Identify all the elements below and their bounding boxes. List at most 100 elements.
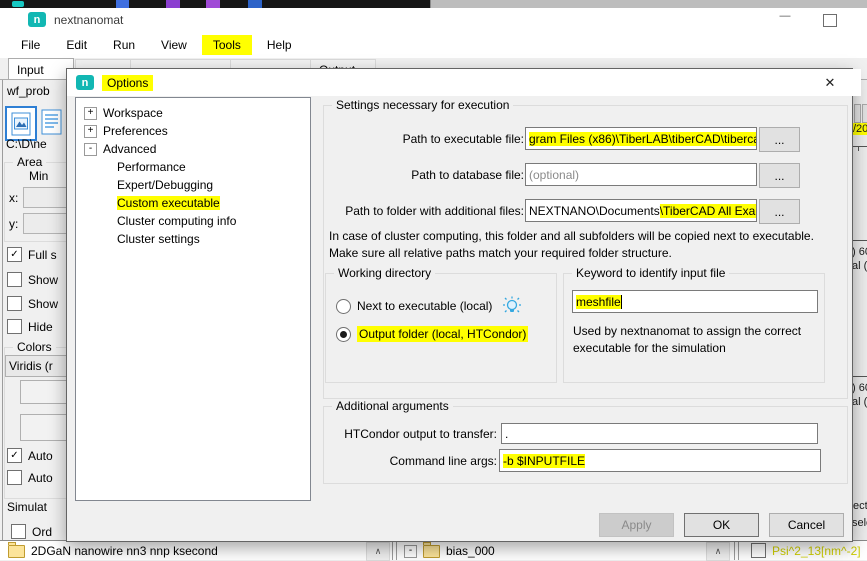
colormap-dropdown[interactable]: Viridis (r [5, 355, 74, 377]
tree-label-cluster-computing-info: Cluster computing info [117, 214, 236, 228]
bottom-bar: 2DGaN nanowire nn3 nnp ksecond ∧ - bias_… [0, 540, 867, 560]
ok-button[interactable]: OK [684, 513, 759, 537]
cmdline-input[interactable]: -b $INPUTFILE [499, 449, 821, 472]
apply-button[interactable]: Apply [599, 513, 674, 537]
maximize-button[interactable] [823, 14, 837, 27]
workspace-expander-icon[interactable]: + [84, 107, 97, 120]
cluster-note-line2: Make sure all relative paths match your … [329, 246, 672, 260]
taskbar-blob-teal [12, 1, 24, 7]
menu-file[interactable]: File [10, 35, 51, 55]
keyword-groupbox: Keyword to identify input file meshfile … [563, 273, 825, 383]
menu-view[interactable]: View [150, 35, 198, 55]
menu-bar: File Edit Run View Tools Help [0, 32, 867, 58]
simulation-section-label: Simulat [7, 500, 47, 514]
show1-checkbox-row[interactable]: Show [7, 272, 58, 287]
additional-arguments-groupbox: Additional arguments HTCondor output to … [323, 406, 848, 484]
file-list-scroll-up[interactable]: ∧ [366, 542, 390, 561]
db-path-label: Path to database file: [337, 168, 524, 182]
full-scale-checkbox[interactable]: ✓ [7, 247, 22, 262]
dialog-close-button[interactable]: ✕ [815, 73, 845, 92]
hide-checkbox[interactable] [7, 319, 22, 334]
min-column-label: Min [29, 169, 48, 183]
text-caret [621, 295, 622, 309]
auto2-label: Auto [28, 471, 53, 485]
cmdline-value: -b $INPUTFILE [503, 454, 585, 468]
db-browse-button[interactable]: ... [759, 163, 800, 188]
advanced-expander-icon[interactable]: - [84, 143, 97, 156]
left-panel-border [2, 80, 3, 540]
bias-expander-icon[interactable]: - [404, 545, 417, 558]
app-logo-icon: n [28, 12, 46, 27]
tree-item-performance[interactable]: Performance [76, 158, 310, 176]
quantity-selector-label[interactable]: wf_prob [7, 84, 50, 98]
folder-path-input[interactable]: NEXTNANO\Documents\TiberCAD All Examples [525, 199, 757, 222]
htcondor-input[interactable]: . [501, 423, 818, 444]
folder-path-value-plain: NEXTNANO\Documents [529, 204, 660, 218]
auto2-checkbox[interactable] [7, 470, 22, 485]
taskbar-light-segment [430, 0, 867, 8]
axis-line-2 [852, 240, 867, 241]
dialog-titlebar: n Options [67, 69, 861, 96]
file-path-label: C:\D\ne [6, 137, 47, 151]
order-checkbox[interactable] [11, 524, 26, 539]
show2-label: Show [28, 297, 58, 311]
preferences-expander-icon[interactable]: + [84, 125, 97, 138]
tree-item-cluster-computing-info[interactable]: Cluster computing info [76, 212, 310, 230]
menu-run[interactable]: Run [102, 35, 146, 55]
menu-tools[interactable]: Tools [202, 35, 252, 55]
tree-item-advanced[interactable]: - Advanced [76, 140, 310, 158]
exec-path-input[interactable]: gram Files (x86)\TiberLAB\tiberCAD\tiber… [525, 127, 757, 150]
keyword-input[interactable]: meshfile [572, 290, 818, 313]
tree-label-preferences: Preferences [103, 124, 168, 138]
cancel-button[interactable]: Cancel [769, 513, 844, 537]
legend-checkbox[interactable] [751, 543, 766, 558]
keyword-hint-line2: executable for the simulation [573, 341, 726, 355]
window-title: nextnanomat [54, 13, 123, 27]
image-view-icon[interactable] [5, 106, 37, 141]
exec-browse-button[interactable]: ... [759, 127, 800, 152]
next-to-executable-label: Next to executable (local) [357, 299, 492, 313]
show1-checkbox[interactable] [7, 272, 22, 287]
bottom-divider-1 [392, 541, 393, 560]
exec-path-value: gram Files (x86)\TiberLAB\tiberCAD\tiber… [529, 132, 757, 146]
main-titlebar: n nextnanomat — [0, 8, 867, 32]
order-checkbox-row[interactable]: Ord [11, 524, 52, 539]
hide-checkbox-row[interactable]: Hide [7, 319, 53, 334]
folder-browse-button[interactable]: ... [759, 199, 800, 224]
menu-help[interactable]: Help [256, 35, 303, 55]
auto2-checkbox-row[interactable]: Auto [7, 470, 53, 485]
db-path-input[interactable]: (optional) [525, 163, 757, 186]
next-to-executable-radio[interactable] [336, 299, 351, 314]
menu-edit[interactable]: Edit [55, 35, 98, 55]
output-tree-item[interactable]: - bias_000 [404, 543, 495, 558]
top-taskbar-strip [0, 0, 867, 8]
output-folder-radio[interactable] [336, 327, 351, 342]
auto1-checkbox-row[interactable]: ✓ Auto [7, 448, 53, 463]
fragment-60a: ) 60 [852, 246, 867, 258]
folder-icon [8, 545, 25, 558]
tree-item-custom-executable[interactable]: Custom executable [76, 194, 310, 212]
hide-label: Hide [28, 320, 53, 334]
lightbulb-icon [502, 296, 522, 316]
output-tree-scroll-up[interactable]: ∧ [706, 542, 730, 561]
minimize-button[interactable]: — [768, 10, 802, 30]
auto1-checkbox[interactable]: ✓ [7, 448, 22, 463]
tree-item-expert-debugging[interactable]: Expert/Debugging [76, 176, 310, 194]
tree-item-preferences[interactable]: + Preferences [76, 122, 310, 140]
show2-checkbox[interactable] [7, 296, 22, 311]
show2-checkbox-row[interactable]: Show [7, 296, 58, 311]
radio-next-to-executable[interactable]: Next to executable (local) [336, 296, 522, 316]
fragment-date: /20 [853, 123, 867, 135]
text-view-icon[interactable] [38, 107, 65, 137]
full-scale-checkbox-row[interactable]: ✓ Full s [7, 247, 57, 262]
tab-input[interactable]: Input [8, 58, 74, 80]
file-list-item[interactable]: 2DGaN nanowire nn3 nnp ksecond [8, 543, 218, 558]
radio-output-folder[interactable]: Output folder (local, HTCondor) [336, 326, 528, 342]
exec-path-label: Path to executable file: [337, 132, 524, 146]
settings-group-title: Settings necessary for execution [332, 98, 513, 112]
sliver-button-2 [862, 104, 867, 123]
tree-item-cluster-settings[interactable]: Cluster settings [76, 230, 310, 248]
legend-item[interactable]: Psi^2_13[nm^-2] [751, 543, 861, 558]
db-path-placeholder: (optional) [529, 168, 579, 182]
tree-item-workspace[interactable]: + Workspace [76, 104, 310, 122]
